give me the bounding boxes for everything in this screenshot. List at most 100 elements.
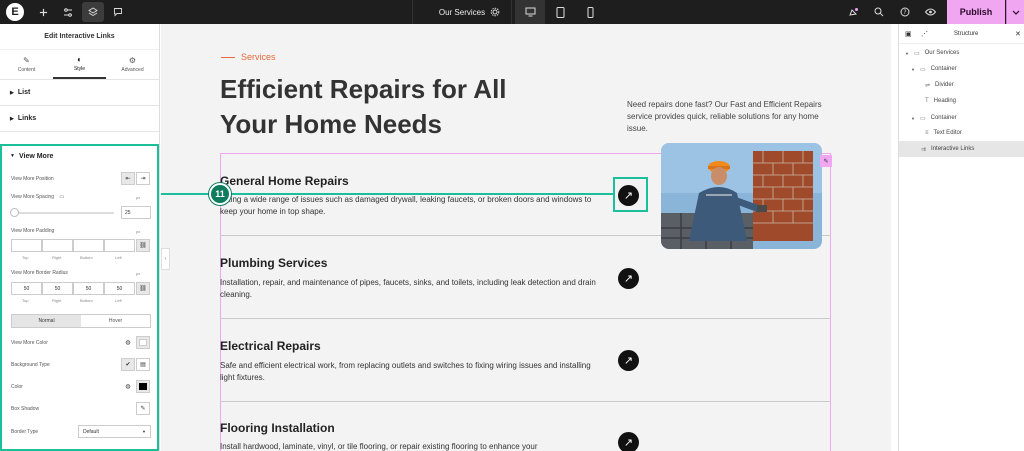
tab-style[interactable]: ◐ Style (53, 50, 106, 79)
arrow-up-right-icon[interactable]: ↗ (618, 350, 639, 371)
padding-bottom-input[interactable] (73, 239, 104, 252)
radius-left-input[interactable]: 50 (104, 282, 135, 295)
item-desc: Fixing a wide range of issues such as da… (220, 195, 592, 216)
navigator-icon[interactable]: ⋰ (921, 30, 928, 38)
tree-node[interactable]: ⇌ Divider (925, 77, 954, 93)
comment-icon[interactable] (107, 2, 129, 22)
spacing-slider-track[interactable] (14, 212, 114, 214)
label-text: View More Spacing (11, 194, 54, 200)
container-icon: ▭ (913, 50, 920, 57)
divider-icon: ⇌ (925, 82, 931, 89)
tablet-icon[interactable] (545, 0, 575, 24)
preview-icon[interactable] (920, 0, 940, 24)
item-title[interactable]: General Home Repairs (220, 174, 349, 188)
caret-down-icon: ▼ (911, 115, 915, 121)
unit-selector[interactable]: px (136, 195, 140, 200)
notifications-icon[interactable] (843, 0, 863, 24)
scrollbar[interactable] (890, 24, 891, 451)
edit-pencil-icon[interactable]: ✎ (136, 402, 150, 415)
item-title[interactable]: Flooring Installation (220, 421, 335, 435)
spacing-input[interactable]: 25 (121, 206, 151, 219)
arrow-up-right-icon[interactable]: ↗ (618, 432, 639, 451)
side-label: Left (115, 255, 122, 260)
link-icon[interactable]: ⛓ (136, 239, 150, 252)
sliders-icon[interactable] (57, 2, 79, 22)
publish-button[interactable]: Publish (947, 0, 1005, 24)
tree-node[interactable]: ▼ ▭ Our Services (905, 45, 959, 61)
collapse-panel-icon[interactable]: ‹ (161, 248, 170, 270)
tree-node-selected[interactable]: ⇉ Interactive Links (899, 141, 1024, 157)
structure-panel: ▣ ⋰ Structure ✕ ▼ ▭ Our Services ▼ ▭ Contain… (898, 24, 1024, 451)
item-title[interactable]: Plumbing Services (220, 256, 327, 270)
radius-bottom-input[interactable]: 50 (73, 282, 104, 295)
tab-advanced[interactable]: ⚙ Advanced (106, 50, 159, 79)
globe-icon[interactable]: ◍ (121, 380, 135, 393)
worker-photo (661, 143, 822, 249)
help-icon[interactable]: ? (895, 0, 915, 24)
node-label: Container (930, 115, 957, 121)
preview-canvas: ‹ Services Efficient Repairs for All You… (161, 24, 891, 451)
tab-label: Content (17, 67, 36, 73)
caret-right-icon: ▶ (10, 89, 14, 96)
color-swatch-black[interactable] (136, 380, 150, 393)
chevron-down-icon: ▼ (142, 429, 146, 434)
layers-icon[interactable] (82, 2, 104, 22)
unit-selector[interactable]: px (136, 271, 140, 276)
side-label: Right (52, 298, 62, 303)
item-desc: Install hardwood, laminate, vinyl, or ti… (220, 442, 538, 451)
list-item[interactable]: Flooring Installation Install hardwood, … (220, 402, 831, 451)
mobile-icon[interactable] (575, 0, 605, 24)
section-list[interactable]: ▶ List (0, 80, 159, 106)
border-type-select[interactable]: Default ▼ (78, 425, 151, 438)
tree-node[interactable]: ≡ Text Editor (925, 125, 962, 141)
tree-node[interactable]: T Heading (925, 93, 956, 109)
tab-normal[interactable]: Normal (12, 315, 81, 327)
arrow-up-right-icon[interactable]: ↗ (618, 268, 639, 289)
device-switcher (515, 0, 605, 24)
padding-top-input[interactable] (11, 239, 42, 252)
view-more-border-radius-label: View More Border Radius (11, 270, 68, 276)
link-icon[interactable]: ⛓ (136, 282, 150, 295)
brush-icon[interactable]: ✔ (121, 358, 135, 371)
section-view-more-header[interactable]: ▼ View More (2, 148, 157, 164)
radius-right-input[interactable]: 50 (42, 282, 73, 295)
background-type-label: Background Type (11, 362, 50, 368)
structure-header: ▣ ⋰ Structure ✕ (899, 24, 1024, 44)
settings-icon[interactable] (485, 0, 505, 24)
search-icon[interactable] (869, 0, 889, 24)
item-title[interactable]: Electrical Repairs (220, 339, 321, 353)
section-links[interactable]: ▶ Links (0, 106, 159, 132)
state-tabs: Normal Hover (11, 314, 151, 328)
view-more-color-label: View More Color (11, 340, 48, 346)
tree-node[interactable]: ▼ ▭ Container (911, 61, 957, 77)
square-icon[interactable]: ▣ (905, 30, 912, 38)
elementor-logo-icon[interactable]: E (6, 3, 24, 21)
tab-hover[interactable]: Hover (81, 315, 150, 327)
side-label: Right (52, 255, 62, 260)
tab-content[interactable]: ✎ Content (0, 50, 53, 79)
list-item[interactable]: Electrical Repairs Safe and efficient el… (220, 319, 831, 402)
tree-node[interactable]: ▼ ▭ Container (911, 110, 957, 126)
node-label: Text Editor (933, 130, 962, 136)
add-icon[interactable] (32, 2, 54, 22)
section-label: List (17, 89, 31, 96)
desktop-icon[interactable] (515, 0, 545, 24)
unit-selector[interactable]: px (136, 229, 140, 234)
node-label: Container (930, 66, 957, 72)
edit-widget-icon[interactable]: ✎ (820, 155, 832, 167)
spacing-slider-handle[interactable] (10, 208, 19, 217)
globe-icon[interactable]: ◍ (121, 336, 135, 349)
align-left-icon[interactable]: ⇤ (121, 172, 135, 185)
close-icon[interactable]: ✕ (1015, 30, 1021, 38)
padding-right-input[interactable] (42, 239, 73, 252)
side-label: Top (22, 298, 29, 303)
radius-top-input[interactable]: 50 (11, 282, 42, 295)
color-swatch-white[interactable] (136, 336, 150, 349)
side-label: Bottom (80, 298, 93, 303)
desktop-icon: ▭ (59, 194, 65, 200)
padding-left-input[interactable] (104, 239, 135, 252)
align-right-icon[interactable]: ⇥ (136, 172, 150, 185)
node-label: Our Services (924, 50, 960, 56)
chevron-down-icon[interactable] (1006, 0, 1024, 24)
gradient-icon[interactable]: ▤ (136, 358, 150, 371)
